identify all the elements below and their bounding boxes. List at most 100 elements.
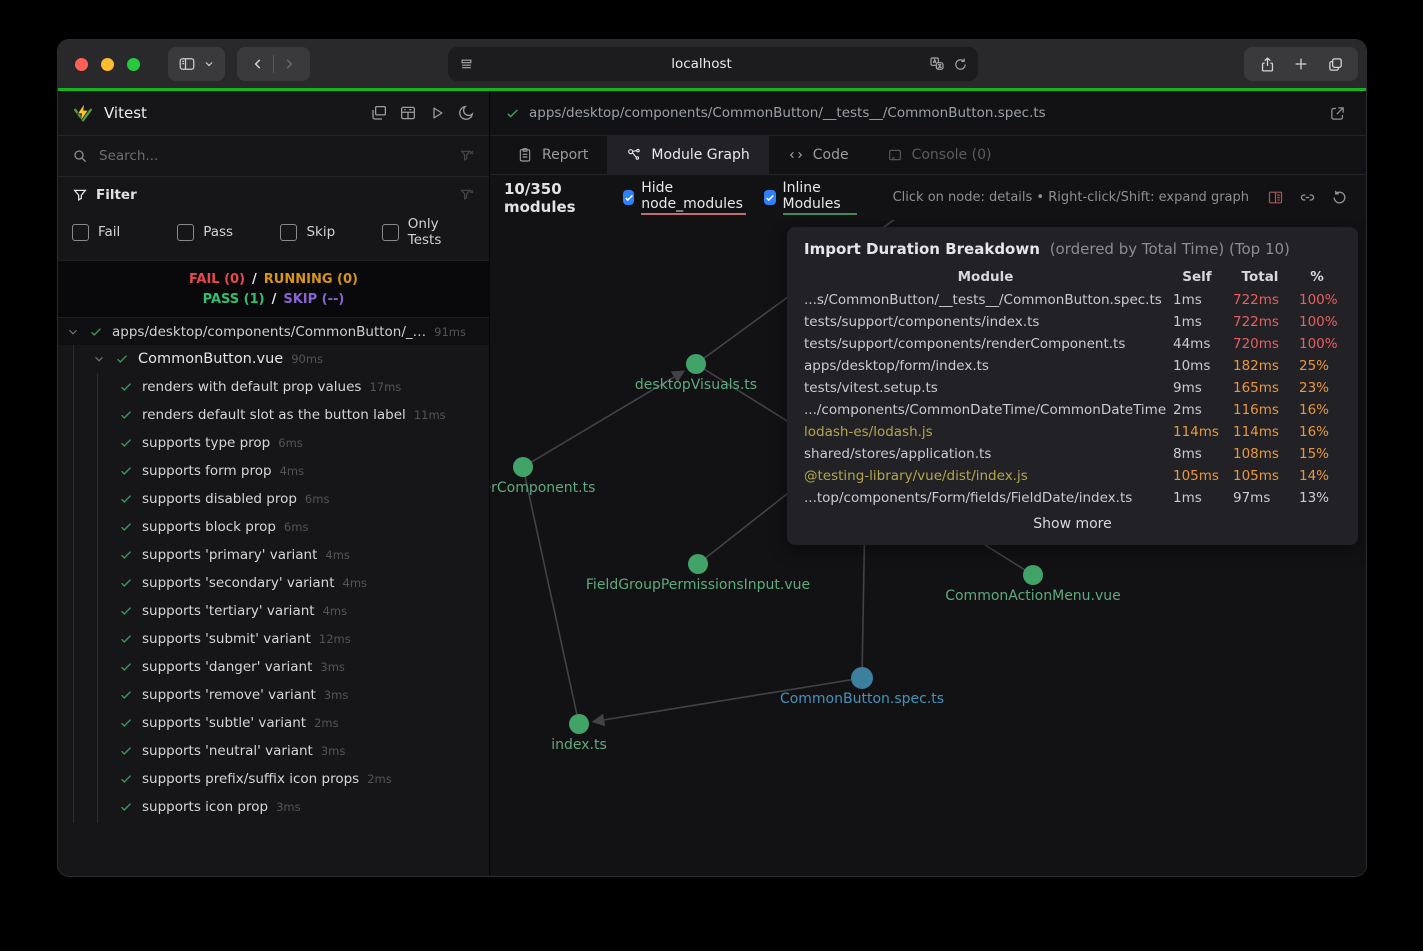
breakdown-row[interactable]: tests/support/components/renderComponent… <box>804 333 1341 355</box>
run-all-icon[interactable] <box>428 104 446 122</box>
filter-option-skip[interactable]: Skip <box>280 216 381 248</box>
close-window-button[interactable] <box>75 58 88 71</box>
breakdown-row[interactable]: @testing-library/vue/dist/index.js105ms1… <box>804 465 1341 487</box>
share-icon[interactable] <box>1252 47 1282 81</box>
test-row[interactable]: supports 'secondary' variant4ms <box>58 569 489 597</box>
reload-button[interactable] <box>953 57 968 72</box>
graph-node-label: index.ts <box>551 737 607 753</box>
link-icon[interactable] <box>1299 189 1316 206</box>
graph-node-label: CommonActionMenu.vue <box>945 588 1121 604</box>
checkbox-icon[interactable] <box>280 224 297 241</box>
new-tab-icon[interactable] <box>1286 47 1316 81</box>
test-label: supports 'remove' variant <box>142 687 316 703</box>
graph-legend-icon[interactable] <box>1267 189 1284 206</box>
test-row[interactable]: renders with default prop values17ms <box>58 373 489 401</box>
hide-node-modules-toggle[interactable]: Hide node_modules <box>623 180 747 215</box>
collapse-panels-icon[interactable] <box>370 104 388 122</box>
tab-code[interactable]: Code <box>769 136 868 174</box>
pass-check-icon <box>118 715 134 731</box>
graph-node-index-ts[interactable] <box>569 714 589 734</box>
test-row[interactable]: supports block prop6ms <box>58 513 489 541</box>
clear-search-filter-icon[interactable] <box>459 148 475 164</box>
pass-check-icon <box>118 687 134 703</box>
filter-option-fail[interactable]: Fail <box>72 216 177 248</box>
pass-check-icon <box>118 379 134 395</box>
tab-module-graph[interactable]: Module Graph <box>607 136 768 174</box>
test-row[interactable]: supports icon prop3ms <box>58 793 489 821</box>
fullscreen-window-button[interactable] <box>127 58 140 71</box>
module-graph-canvas[interactable]: desktopVisuals.tsrenderComponent.tsField… <box>490 220 1366 876</box>
tab-console[interactable]: Console (0) <box>868 136 1011 174</box>
test-row[interactable]: supports 'subtle' variant2ms <box>58 709 489 737</box>
chevron-down-icon[interactable] <box>65 324 81 340</box>
breakdown-module: tests/support/components/renderComponent… <box>804 333 1167 355</box>
test-row[interactable]: supports 'danger' variant3ms <box>58 653 489 681</box>
checkbox-icon[interactable] <box>382 224 399 241</box>
address-bar[interactable]: localhost <box>448 47 978 81</box>
filter-option-only-tests[interactable]: Only Tests <box>382 216 475 248</box>
breakdown-row[interactable]: ...top/components/Form/fields/FieldDate/… <box>804 487 1341 509</box>
search-input[interactable] <box>97 147 459 165</box>
breakdown-row[interactable]: shared/stores/application.ts8ms108ms15% <box>804 443 1341 465</box>
test-tree: apps/desktop/components/CommonButton/_… … <box>58 318 489 876</box>
test-label: supports icon prop <box>142 799 268 815</box>
breakdown-self: 1ms <box>1167 289 1227 311</box>
inline-modules-toggle[interactable]: Inline Modules <box>764 180 856 215</box>
test-row[interactable]: supports 'submit' variant12ms <box>58 625 489 653</box>
breakdown-row[interactable]: .../components/CommonDateTime/CommonDate… <box>804 399 1341 421</box>
graph-node-fieldgrouppermissionsinput-vue[interactable] <box>688 554 708 574</box>
test-row[interactable]: renders default slot as the button label… <box>58 401 489 429</box>
pass-check-icon <box>118 659 134 675</box>
filter-option-pass[interactable]: Pass <box>177 216 280 248</box>
toggle-label: Inline Modules <box>783 180 857 215</box>
external-link-icon[interactable] <box>1329 105 1346 122</box>
breakdown-row[interactable]: lodash-es/lodash.js114ms114ms16% <box>804 421 1341 443</box>
show-more-button[interactable]: Show more <box>804 516 1341 532</box>
forward-button[interactable] <box>274 47 304 81</box>
breakdown-self: 10ms <box>1167 355 1227 377</box>
dashboard-icon[interactable] <box>399 104 417 122</box>
breakdown-row[interactable]: tests/vitest.setup.ts9ms165ms23% <box>804 377 1341 399</box>
test-row[interactable]: supports form prop4ms <box>58 457 489 485</box>
test-label: supports disabled prop <box>142 491 297 507</box>
graph-node-desktopvisuals-ts[interactable] <box>686 354 706 374</box>
chevron-down-icon <box>203 58 215 70</box>
test-row[interactable]: supports disabled prop6ms <box>58 485 489 513</box>
dark-mode-icon[interactable] <box>457 104 475 122</box>
clear-filter-icon[interactable] <box>459 187 475 203</box>
reset-graph-icon[interactable] <box>1331 189 1348 206</box>
minimize-window-button[interactable] <box>101 58 114 71</box>
test-row[interactable]: supports prefix/suffix icon props2ms <box>58 765 489 793</box>
chevron-down-icon[interactable] <box>91 351 107 367</box>
import-duration-breakdown-panel: Import Duration Breakdown (ordered by To… <box>787 227 1358 545</box>
checkbox-icon[interactable] <box>72 224 89 241</box>
test-row[interactable]: supports 'tertiary' variant4ms <box>58 597 489 625</box>
checked-checkbox-icon[interactable] <box>764 190 775 205</box>
checked-checkbox-icon[interactable] <box>623 190 634 205</box>
test-row[interactable]: supports 'remove' variant3ms <box>58 681 489 709</box>
tab-bar: Report Module Graph Code Console (0) <box>490 136 1366 175</box>
pass-check-icon <box>118 547 134 563</box>
breakdown-row[interactable]: ...s/CommonButton/__tests__/CommonButton… <box>804 289 1341 311</box>
breakdown-total: 108ms <box>1227 443 1293 465</box>
test-row[interactable]: supports 'neutral' variant3ms <box>58 737 489 765</box>
browser-sidebar-toggle[interactable] <box>168 47 225 81</box>
tab-report[interactable]: Report <box>498 136 607 174</box>
test-suite-row[interactable]: CommonButton.vue 90ms <box>58 345 489 373</box>
test-label: supports form prop <box>142 463 272 479</box>
back-button[interactable] <box>243 47 273 81</box>
checkbox-icon[interactable] <box>177 224 194 241</box>
test-row[interactable]: supports type prop6ms <box>58 429 489 457</box>
breakdown-row[interactable]: apps/desktop/form/index.ts10ms182ms25% <box>804 355 1341 377</box>
test-file-row[interactable]: apps/desktop/components/CommonButton/_… … <box>58 318 489 345</box>
translate-icon[interactable] <box>929 56 945 72</box>
breakdown-row[interactable]: tests/support/components/index.ts1ms722m… <box>804 311 1341 333</box>
tab-overview-icon[interactable] <box>1320 47 1350 81</box>
graph-node-commonactionmenu-vue[interactable] <box>1023 565 1043 585</box>
graph-node-commonbutton-spec-ts[interactable] <box>851 667 873 689</box>
breakdown-total: 722ms <box>1227 289 1293 311</box>
breakdown-pct: 15% <box>1293 443 1341 465</box>
reader-icon[interactable] <box>459 57 474 72</box>
test-row[interactable]: supports 'primary' variant4ms <box>58 541 489 569</box>
graph-node-rendercomponent-ts[interactable] <box>513 457 533 477</box>
